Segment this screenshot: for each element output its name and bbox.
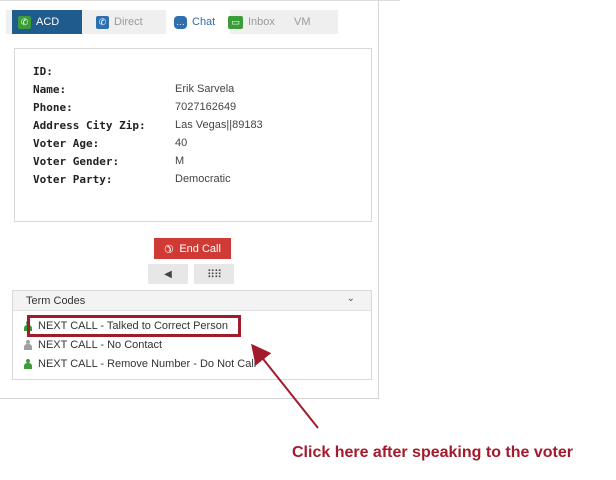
speaker-icon: ◀ — [164, 268, 172, 280]
channel-tabs: ✆ ACD ✆ Direct … Chat ▭ Inbox VM — [6, 10, 338, 34]
contact-info-panel: ID: Name: Erik Sarvela Phone: 7027162649… — [14, 48, 372, 222]
field-label: Name: — [33, 83, 67, 96]
field-value: M — [175, 155, 185, 167]
end-call-label: End Call — [179, 242, 221, 255]
term-code-no-contact[interactable]: NEXT CALL - No Contact — [24, 339, 162, 351]
field-label: Voter Gender: — [33, 155, 120, 168]
tab-direct[interactable]: ✆ Direct — [96, 10, 143, 34]
field-value: 40 — [175, 137, 188, 149]
field-value: Las Vegas||89183 — [175, 119, 263, 131]
tab-label: Chat — [192, 16, 216, 28]
tab-vm[interactable]: VM — [294, 10, 311, 34]
tab-label: Direct — [114, 16, 143, 28]
field-label: Voter Age: — [33, 137, 100, 150]
hangup-icon: ✆ — [160, 240, 176, 256]
field-label: ID: — [33, 65, 53, 78]
phone-icon: ✆ — [18, 15, 31, 29]
term-code-remove-number[interactable]: NEXT CALL - Remove Number - Do Not Call — [24, 358, 256, 370]
end-call-button[interactable]: ✆ End Call — [154, 238, 231, 259]
term-code-label: NEXT CALL - No Contact — [38, 339, 163, 351]
tab-label: Inbox — [248, 16, 275, 28]
tab-inbox[interactable]: ▭ Inbox — [228, 10, 275, 34]
person-icon — [24, 359, 32, 369]
person-icon — [24, 340, 32, 350]
field-value: 7027162649 — [175, 101, 237, 113]
tab-label: ACD — [36, 16, 60, 28]
keypad-button[interactable]: ⠿⠿ — [194, 264, 234, 284]
tab-chat[interactable]: … Chat — [166, 10, 230, 34]
callout-text: Click here after speaking to the voter — [292, 444, 573, 461]
field-label: Voter Party: — [33, 173, 113, 186]
field-value: Democratic — [175, 173, 231, 185]
field-label: Address City Zip: — [33, 119, 146, 132]
highlight-box — [27, 315, 241, 337]
tab-label: VM — [294, 16, 311, 28]
mute-button[interactable]: ◀ — [148, 264, 188, 284]
term-codes-header[interactable]: Term Codes ⌄ — [13, 291, 371, 311]
chat-icon: … — [174, 15, 187, 29]
phone-icon: ✆ — [96, 15, 109, 29]
term-codes-title: Term Codes — [26, 294, 86, 307]
field-label: Phone: — [33, 101, 73, 114]
keypad-icon: ⠿⠿ — [206, 268, 222, 281]
field-value: Erik Sarvela — [175, 83, 235, 95]
chevron-down-icon[interactable]: ⌄ — [347, 293, 355, 304]
term-code-label: NEXT CALL - Remove Number - Do Not Call — [38, 358, 257, 370]
inbox-icon: ▭ — [228, 15, 243, 29]
tab-acd[interactable]: ✆ ACD — [12, 10, 82, 34]
